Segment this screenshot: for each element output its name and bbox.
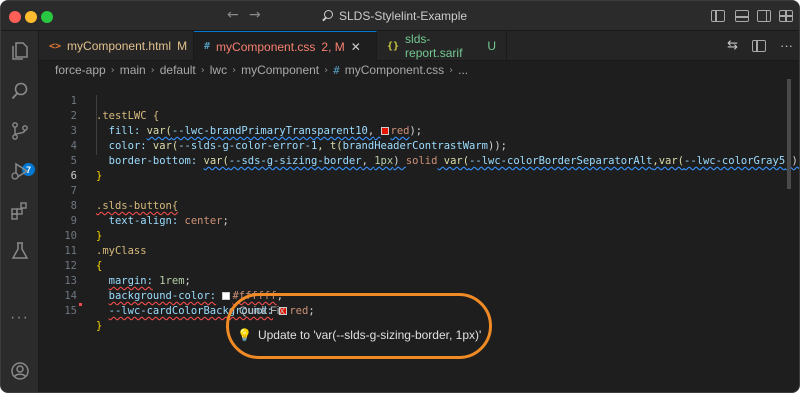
json-file-icon: {} — [387, 40, 400, 52]
tab-label: myComponent.html — [67, 39, 172, 53]
command-center-search[interactable]: SLDS-Stylelint-Example — [321, 6, 467, 26]
breadcrumb-item[interactable]: lwc — [210, 63, 227, 77]
problem-marker — [79, 303, 82, 306]
window-title: SLDS-Stylelint-Example — [339, 9, 468, 23]
toggle-secondary-sidebar-icon[interactable] — [757, 10, 771, 22]
run-debug-icon[interactable] — [10, 161, 30, 181]
tab-mycomponent-css[interactable]: # myComponent.css 2, M ✕ — [194, 31, 377, 61]
breadcrumb-item[interactable]: main — [120, 63, 146, 77]
tab-status: U — [487, 39, 496, 53]
search-icon[interactable] — [10, 81, 30, 101]
tab-status: 2, M — [321, 39, 345, 54]
account-icon[interactable] — [10, 361, 30, 381]
chevron-right-icon: › — [449, 64, 454, 76]
toggle-primary-sidebar-icon[interactable] — [711, 10, 725, 22]
quick-fix-label: Update to 'var(--slds-g-sizing-border, 1… — [257, 328, 482, 342]
code-line-8[interactable]: 8 text-align: center; — [39, 184, 791, 227]
tab-label: slds-report.sarif — [405, 32, 463, 60]
extensions-icon[interactable] — [10, 201, 30, 221]
title-bar: ← → SLDS-Stylelint-Example — [1, 1, 799, 31]
code-line-10[interactable]: 10 .myClass — [39, 214, 791, 257]
close-window-button[interactable] — [9, 11, 21, 23]
toggle-panel-icon[interactable] — [735, 10, 749, 22]
split-editor-icon[interactable] — [752, 40, 766, 52]
search-icon — [321, 10, 333, 22]
code-line-7[interactable]: 7 .slds-button{ — [39, 169, 791, 212]
customize-layout-icon[interactable] — [779, 10, 793, 22]
breadcrumb-item[interactable]: myComponent — [241, 63, 319, 77]
vscode-window: ← → SLDS-Stylelint-Example 7 ··· <> myCo… — [0, 0, 800, 393]
breadcrumb-item[interactable]: ... — [458, 63, 468, 77]
code-line-4[interactable]: 4 border-bottom: var(--sds-g-sizing-bord… — [39, 124, 799, 167]
chevron-right-icon: › — [324, 64, 329, 76]
forward-arrow-icon[interactable]: → — [249, 7, 261, 23]
more-actions-icon[interactable]: ··· — [10, 309, 29, 327]
chevron-right-icon: › — [200, 64, 205, 76]
html-file-icon: <> — [49, 40, 62, 52]
code-line-9[interactable]: 9 } — [39, 199, 791, 242]
activity-bar: 7 ··· — [1, 31, 39, 392]
tab-status: M — [177, 39, 188, 53]
maximize-window-button[interactable] — [41, 11, 53, 23]
chevron-right-icon: › — [150, 64, 155, 76]
code-line-2[interactable]: 2 fill: var(--lwc-brandPrimaryTransparen… — [39, 94, 791, 137]
source-control-icon[interactable] — [10, 121, 30, 141]
tab-label: myComponent.css — [216, 39, 316, 54]
close-tab-icon[interactable]: ✕ — [351, 40, 361, 54]
code-line-12[interactable]: 12 margin: 1rem; — [39, 244, 791, 287]
code-line-13[interactable]: 13 background-color: #ffffff; — [39, 259, 791, 302]
editor-tab-bar: <> myComponent.html M # myComponent.css … — [39, 31, 799, 61]
minimize-window-button[interactable] — [25, 11, 37, 23]
code-line-14[interactable]: 14 --lwc-cardColorBackground: red; — [39, 274, 791, 317]
editor-actions: ⇆ ··· — [727, 38, 793, 53]
code-line-6[interactable]: 6 — [39, 154, 791, 182]
overview-ruler[interactable] — [787, 79, 791, 189]
explorer-icon[interactable] — [10, 41, 30, 61]
compare-changes-icon[interactable]: ⇆ — [727, 38, 738, 53]
more-actions-icon[interactable]: ··· — [780, 38, 793, 53]
lightbulb-icon: 💡 — [237, 328, 252, 342]
css-file-icon: # — [333, 63, 340, 77]
line-number: 15 — [64, 305, 77, 317]
back-arrow-icon[interactable]: ← — [227, 7, 239, 23]
quick-fix-item[interactable]: 💡 Update to 'var(--slds-g-sizing-border,… — [237, 328, 481, 342]
code-line-11[interactable]: 11 { — [39, 229, 791, 272]
code-line-5[interactable]: 5 } — [39, 139, 791, 182]
chevron-right-icon: › — [232, 64, 237, 76]
code-line-15[interactable]: 15 } — [39, 289, 791, 332]
testing-flask-icon[interactable] — [10, 241, 30, 261]
code-line-3[interactable]: 3 color: var(--slds-g-color-error-1, t(b… — [39, 109, 791, 152]
quick-fix-menu: Quick Fix 💡 Update to 'var(--slds-g-sizi… — [237, 305, 487, 353]
chevron-right-icon: › — [110, 64, 115, 76]
breadcrumb-item[interactable]: default — [160, 63, 196, 77]
tab-mycomponent-html[interactable]: <> myComponent.html M — [39, 31, 194, 61]
quick-fix-title: Quick Fix — [239, 305, 285, 317]
breadcrumb-item[interactable]: force-app — [55, 63, 106, 77]
css-file-icon: # — [204, 41, 211, 52]
tab-slds-report-sarif[interactable]: {} slds-report.sarif U — [377, 31, 507, 61]
breadcrumb: force-app › main › default › lwc › myCom… — [39, 61, 799, 79]
breadcrumb-item[interactable]: myComponent.css — [345, 63, 444, 77]
code-token: } — [96, 320, 103, 332]
code-line-1[interactable]: 1 .testLWC { — [39, 79, 791, 122]
